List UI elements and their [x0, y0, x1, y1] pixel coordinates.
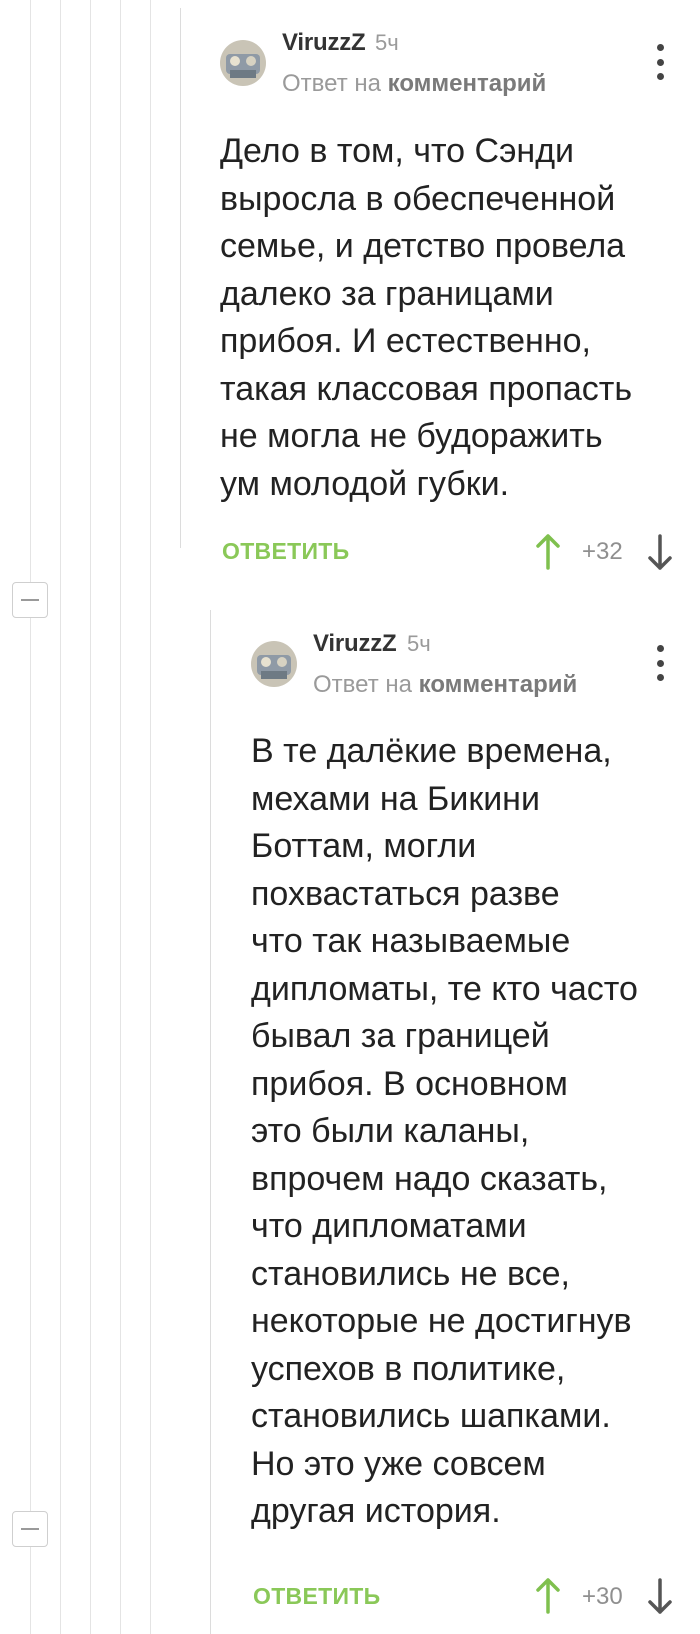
comment-text: В те далёкие времена, мехами на Бикини Б… — [251, 732, 638, 1530]
comment-time: 5ч — [407, 631, 431, 656]
more-icon — [656, 645, 664, 652]
downvote-arrow-icon[interactable] — [646, 1578, 674, 1614]
comment: ViruzzZ 5ч Ответ на комментарий В те дал… — [0, 0, 700, 1634]
reply-to-prefix: Ответ на — [313, 671, 412, 698]
avatar[interactable] — [251, 641, 297, 687]
vote-score: +30 — [582, 1583, 623, 1610]
author-name[interactable]: ViruzzZ — [313, 630, 397, 658]
reply-to: Ответ на комментарий — [313, 671, 577, 699]
more-options-button[interactable] — [650, 645, 670, 681]
reply-button[interactable]: ОТВЕТИТЬ — [253, 1583, 380, 1610]
reply-to-link[interactable]: комментарий — [419, 671, 578, 698]
upvote-arrow-icon[interactable] — [534, 1578, 562, 1614]
